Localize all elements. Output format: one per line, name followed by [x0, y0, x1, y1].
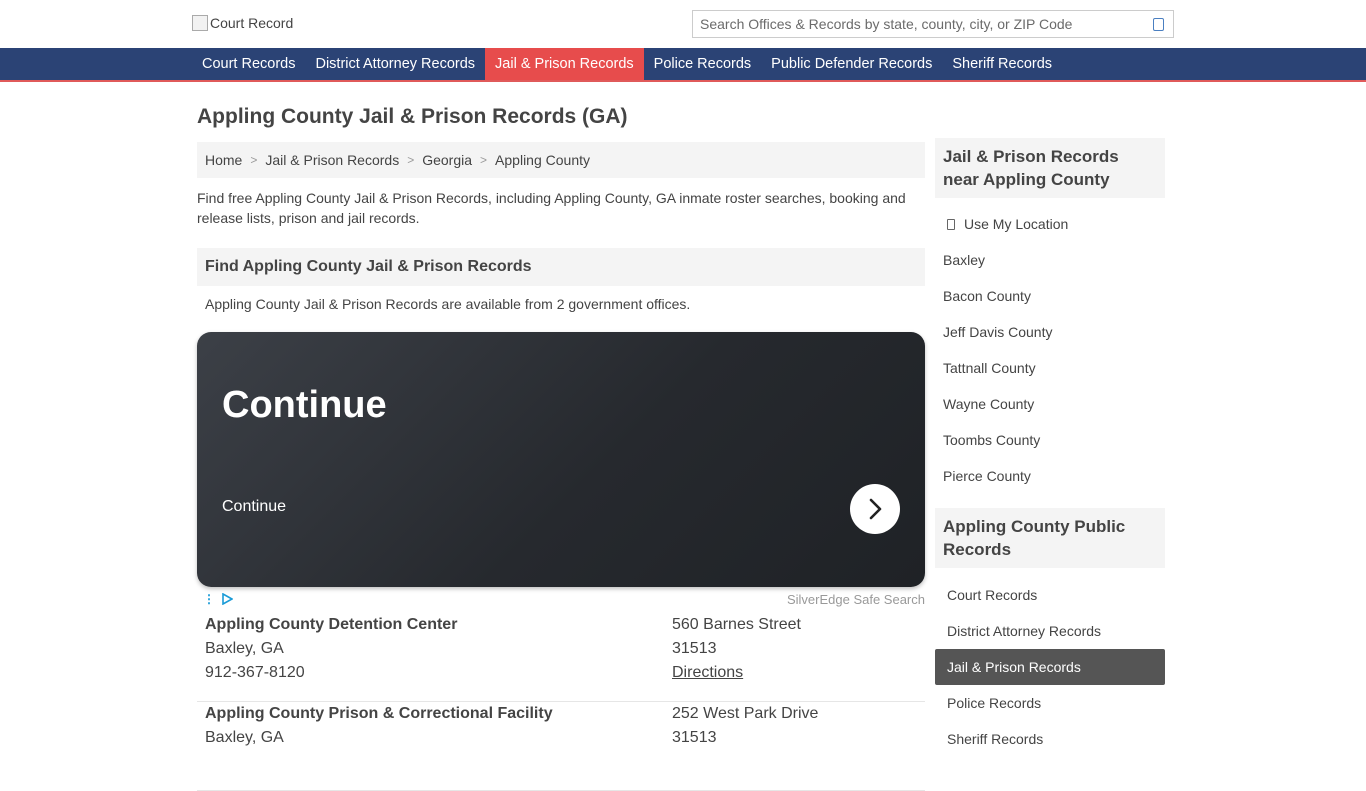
search-icon[interactable] [1153, 18, 1164, 31]
breadcrumb-appling-county: Appling County [495, 152, 590, 168]
nav-jail-prison-records[interactable]: Jail & Prison Records [485, 48, 644, 80]
sidebar-public-list: Court Records District Attorney Records … [935, 568, 1165, 757]
nav-police-records[interactable]: Police Records [644, 48, 762, 80]
nav-court-records[interactable]: Court Records [192, 48, 305, 80]
office-listing: Appling County Detention Center Baxley, … [197, 613, 925, 702]
page-title: Appling County Jail & Prison Records (GA… [197, 105, 628, 128]
logo-alt-text: Court Record [210, 15, 294, 31]
main-nav: Court Records District Attorney Records … [0, 48, 1366, 82]
site-logo[interactable]: Court Record [192, 15, 293, 31]
sidebar-item-toombs-county[interactable]: Toombs County [935, 422, 1165, 458]
office-zip: 31513 [672, 729, 717, 746]
office-name[interactable]: Appling County Detention Center [205, 613, 457, 637]
sidebar-item-sheriff-records[interactable]: Sheriff Records [935, 721, 1165, 757]
sidebar-item-baxley[interactable]: Baxley [935, 242, 1165, 278]
sidebar-item-jail-prison-records[interactable]: Jail & Prison Records [935, 649, 1165, 685]
breadcrumb-home[interactable]: Home [205, 152, 242, 168]
breadcrumb-separator: > [407, 153, 415, 167]
ad-banner[interactable]: Continue Continue [197, 332, 925, 587]
office-phone[interactable]: 912-367-8120 [205, 661, 457, 685]
sidebar-near-list: Use My Location Baxley Bacon County Jeff… [935, 198, 1165, 494]
ad-footer: ⋮ SilverEdge Safe Search [197, 587, 925, 613]
sidebar-item-bacon-county[interactable]: Bacon County [935, 278, 1165, 314]
intro-text: Find free Appling County Jail & Prison R… [197, 190, 906, 226]
office-listing: Appling County Prison & Correctional Fac… [197, 702, 925, 791]
sidebar-item-jeff-davis-county[interactable]: Jeff Davis County [935, 314, 1165, 350]
search-input[interactable] [693, 11, 1133, 37]
office-street: 252 West Park Drive [672, 705, 819, 722]
nav-public-defender-records[interactable]: Public Defender Records [761, 48, 942, 80]
ad-choices-icon[interactable] [221, 593, 233, 605]
office-directions-link[interactable]: Directions [672, 664, 743, 681]
office-city: Baxley, GA [205, 640, 284, 657]
main-content: Appling County Jail & Prison Records (GA… [197, 82, 925, 791]
office-city: Baxley, GA [205, 729, 284, 746]
office-street: 560 Barnes Street [672, 616, 801, 633]
sidebar-item-pierce-county[interactable]: Pierce County [935, 458, 1165, 494]
breadcrumb-georgia[interactable]: Georgia [422, 152, 472, 168]
broken-image-icon [192, 15, 208, 31]
breadcrumb: Home > Jail & Prison Records > Georgia >… [197, 142, 925, 178]
sidebar-item-district-attorney-records[interactable]: District Attorney Records [935, 613, 1165, 649]
sidebar-near-heading: Jail & Prison Records near Appling Count… [935, 138, 1165, 198]
ad-options-icon[interactable]: ⋮ [203, 592, 215, 606]
breadcrumb-separator: > [480, 153, 488, 167]
breadcrumb-separator: > [250, 153, 258, 167]
availability-text: Appling County Jail & Prison Records are… [205, 296, 691, 312]
sidebar-public-heading: Appling County Public Records [935, 508, 1165, 568]
use-my-location-button[interactable]: Use My Location [935, 206, 1165, 242]
find-records-heading: Find Appling County Jail & Prison Record… [197, 248, 925, 286]
nav-sheriff-records[interactable]: Sheriff Records [942, 48, 1062, 80]
ad-title: Continue [222, 384, 387, 426]
breadcrumb-jail-prison-records[interactable]: Jail & Prison Records [265, 152, 399, 168]
nav-district-attorney-records[interactable]: District Attorney Records [305, 48, 485, 80]
chevron-right-icon [869, 498, 882, 520]
use-my-location-label: Use My Location [964, 216, 1069, 232]
ad-continue-button[interactable] [850, 484, 900, 534]
office-zip: 31513 [672, 640, 717, 657]
office-name[interactable]: Appling County Prison & Correctional Fac… [205, 702, 553, 726]
ad-subtitle: Continue [222, 498, 287, 515]
sidebar: Jail & Prison Records near Appling Count… [935, 138, 1165, 757]
sidebar-item-tattnall-county[interactable]: Tattnall County [935, 350, 1165, 386]
sidebar-item-wayne-county[interactable]: Wayne County [935, 386, 1165, 422]
site-header: Court Record [0, 0, 1366, 48]
location-icon [947, 218, 955, 230]
sidebar-item-court-records[interactable]: Court Records [935, 577, 1165, 613]
search-box [692, 10, 1174, 38]
sidebar-item-police-records[interactable]: Police Records [935, 685, 1165, 721]
ad-brand[interactable]: SilverEdge Safe Search [787, 592, 925, 607]
